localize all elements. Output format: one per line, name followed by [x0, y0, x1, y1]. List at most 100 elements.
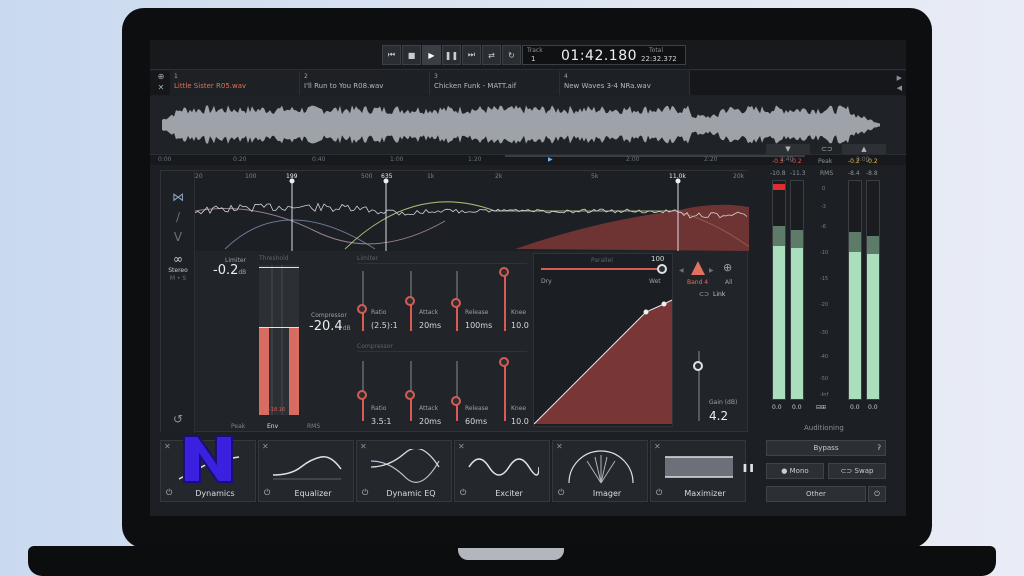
limiter-attack-slider[interactable]	[405, 296, 415, 306]
pause-icon[interactable]: ❚❚	[442, 45, 461, 65]
power-icon[interactable]: ⏻	[362, 488, 368, 498]
skip-back-icon[interactable]: ⏮	[382, 45, 401, 65]
param-value[interactable]: 10.0	[511, 417, 529, 426]
stop-icon[interactable]: ■	[402, 45, 421, 65]
tab-3[interactable]: 3 Chicken Funk - MATT.aif	[430, 71, 560, 95]
freq-label: 5k	[591, 173, 599, 180]
power-icon[interactable]: ⏻	[558, 488, 564, 498]
compressor-threshold-readout[interactable]: -20.4dB	[309, 319, 351, 334]
band-next-icon[interactable]: ▶	[709, 267, 714, 274]
all-label[interactable]: All	[725, 279, 732, 286]
close-icon[interactable]: ✕	[360, 442, 367, 451]
compressor-ratio-slider[interactable]	[357, 390, 367, 400]
close-tab-icon[interactable]: ✕	[152, 83, 170, 94]
playhead-icon[interactable]: ▶	[548, 156, 553, 163]
v-curve-icon[interactable]: V	[170, 229, 186, 245]
tab-name: Chicken Funk - MATT.aif	[434, 82, 517, 90]
limiter-threshold-readout[interactable]: -0.2dB	[213, 263, 246, 278]
mode-env[interactable]: Env	[267, 423, 278, 430]
add-tab-icon[interactable]: ⊕	[152, 72, 170, 83]
band-label[interactable]: Band 4	[687, 279, 708, 286]
stereo-label[interactable]: Stereo	[161, 267, 195, 274]
compressor-threshold-line[interactable]	[259, 327, 299, 328]
param-value[interactable]: 3.5:1	[371, 417, 392, 426]
compressor-release-slider[interactable]	[451, 396, 461, 406]
close-icon[interactable]: ✕	[164, 442, 171, 451]
meter-zoom-icon[interactable]: ⊟⊞	[816, 404, 826, 411]
band-split-label[interactable]: 11.0k	[669, 173, 686, 180]
dry-label: Dry	[541, 278, 552, 285]
param-value[interactable]: 10.0	[511, 321, 529, 330]
power-icon[interactable]: ⏻	[264, 488, 270, 498]
threshold-meter-fill-right	[289, 327, 299, 415]
bypass-button[interactable]: Bypass ʔ	[766, 440, 886, 456]
tab-4[interactable]: 4 New Waves 3-4 NRa.wav	[560, 71, 690, 95]
parallel-slider-handle[interactable]	[657, 264, 667, 274]
globe-icon[interactable]: ⊕	[723, 261, 732, 274]
meter-scale-label: -3	[821, 204, 826, 210]
link-icon[interactable]: ⊂⊃	[699, 291, 709, 298]
ms-label[interactable]: M • S	[161, 275, 195, 282]
band-split-label[interactable]: 635	[381, 173, 392, 180]
compressor-knee-slider[interactable]	[499, 357, 509, 367]
parallel-value[interactable]: 100	[651, 255, 664, 263]
power-icon[interactable]: ⏻	[166, 488, 172, 498]
curve-icon[interactable]: ∕	[170, 209, 186, 225]
skip-forward-icon[interactable]: ⏭	[462, 45, 481, 65]
multiband-icon[interactable]: ⋈	[170, 189, 186, 205]
output-meter-header[interactable]: ▲	[842, 144, 886, 154]
parallel-slider[interactable]	[541, 268, 663, 270]
module-equalizer[interactable]: ✕ ⏻ Equalizer	[258, 440, 354, 502]
input-meter-header[interactable]: ▼	[766, 144, 810, 154]
pause-icon[interactable]: ❚❚	[742, 463, 755, 472]
tab-2[interactable]: 2 I'll Run to You R08.wav	[300, 71, 430, 95]
param-value[interactable]: 60ms	[465, 417, 487, 426]
stereo-icon[interactable]: ∞	[170, 251, 186, 267]
limiter-knee-slider[interactable]	[499, 267, 509, 277]
swap-button[interactable]: ⊂⊃ Swap	[828, 463, 886, 479]
close-icon[interactable]: ✕	[262, 442, 269, 451]
compressor-attack-slider[interactable]	[405, 390, 415, 400]
meter-scale-label: -Inf	[820, 392, 829, 398]
module-exciter[interactable]: ✕ ⏻ Exciter	[454, 440, 550, 502]
gain-slider[interactable]	[693, 361, 703, 371]
meter-scale-label: 0	[822, 186, 826, 192]
limiter-release-slider[interactable]	[451, 298, 461, 308]
limiter-ratio-slider[interactable]	[357, 304, 367, 314]
mode-rms[interactable]: RMS	[307, 423, 320, 430]
other-button[interactable]: Other	[766, 486, 866, 502]
module-dynamic-eq[interactable]: ✕ ⏻ Dynamic EQ	[356, 440, 452, 502]
param-label: Attack	[419, 405, 439, 412]
link-label[interactable]: Link	[713, 291, 725, 298]
param-value[interactable]: 20ms	[419, 417, 441, 426]
loop-icon[interactable]: ⇄	[482, 45, 501, 65]
close-icon[interactable]: ✕	[654, 442, 661, 451]
module-imager[interactable]: ✕ ⏻ Imager	[552, 440, 648, 502]
limiter-threshold-line[interactable]	[259, 267, 299, 268]
mode-peak[interactable]: Peak	[231, 423, 245, 430]
band-triangle-icon[interactable]	[691, 261, 705, 275]
tab-1[interactable]: 1 Little Sister R05.wav	[170, 71, 300, 95]
close-icon[interactable]: ✕	[556, 442, 563, 451]
module-maximizer[interactable]: ✕ ⏻ Maximizer ❚❚	[650, 440, 755, 502]
param-value[interactable]: 100ms	[465, 321, 492, 330]
link-meters-icon[interactable]: ⊂⊃	[816, 144, 838, 154]
power-icon[interactable]: ⏻	[656, 488, 662, 498]
peak-label: Peak	[818, 158, 833, 165]
tab-scroll-arrows[interactable]: ▶ ◀	[897, 73, 902, 93]
band-split-label[interactable]: 199	[286, 173, 297, 180]
power-icon[interactable]: ⏻	[460, 488, 466, 498]
mono-label: Mono	[789, 467, 809, 475]
spectrum-display[interactable]: 20 100 199 500 635 1k 2k 5k 11.0k 20k	[194, 171, 756, 252]
reset-icon[interactable]: ↺	[170, 411, 186, 427]
power-icon[interactable]: ⏻	[868, 486, 886, 502]
mono-button[interactable]: ● Mono	[766, 463, 824, 479]
refresh-icon[interactable]: ↻	[502, 45, 521, 65]
play-icon[interactable]: ▶	[422, 45, 441, 65]
param-value[interactable]: (2.5):1	[371, 321, 398, 330]
param-value[interactable]: 20ms	[419, 321, 441, 330]
band-prev-icon[interactable]: ◀	[679, 267, 684, 274]
meter-scale-label: -20	[820, 302, 829, 308]
close-icon[interactable]: ✕	[458, 442, 465, 451]
gain-value[interactable]: 4.2	[709, 409, 728, 423]
